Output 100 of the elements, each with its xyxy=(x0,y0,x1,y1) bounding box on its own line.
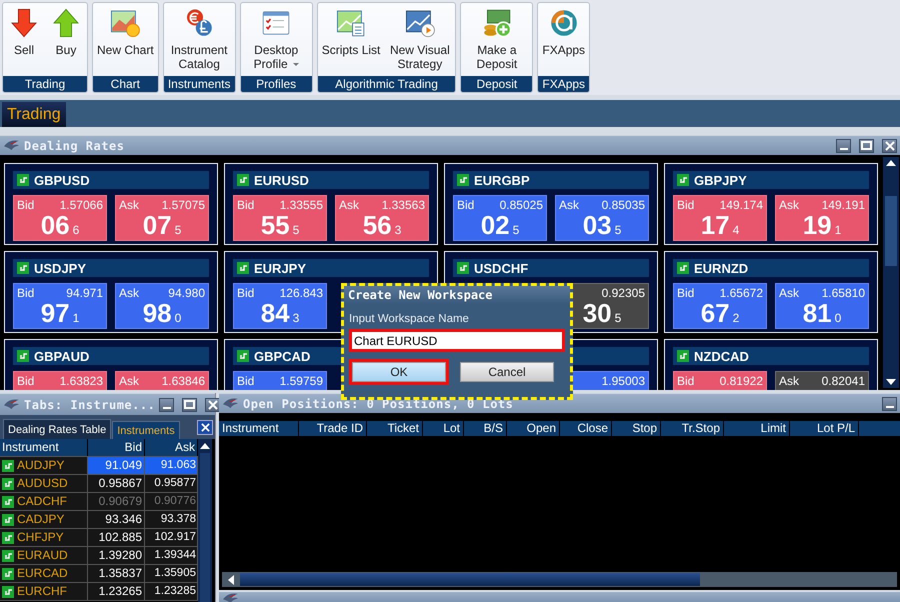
bird-logo-icon xyxy=(222,397,239,410)
minimize-button[interactable] xyxy=(836,138,851,152)
workspace-name-field[interactable]: Chart EURUSD xyxy=(349,329,565,352)
quote-button[interactable]: Bid 1.59759 xyxy=(233,371,327,390)
instrument-icon xyxy=(2,460,14,472)
instrument-icon xyxy=(17,174,29,186)
scrollbar[interactable] xyxy=(883,157,899,388)
close-icon xyxy=(200,422,210,432)
column-header[interactable]: Tr.Stop xyxy=(661,421,724,436)
column-header[interactable]: Ticket xyxy=(367,421,423,436)
column-header[interactable]: Stop xyxy=(612,421,661,436)
quote-button[interactable]: Bid 149.174 17 4 xyxy=(673,195,767,241)
close-button[interactable] xyxy=(205,398,220,412)
quote-button[interactable]: Bid 1.65672 67 2 xyxy=(673,283,767,329)
column-header[interactable]: Limit xyxy=(724,421,790,436)
instrument-icon xyxy=(2,532,14,544)
instrument-row[interactable]: EURCHF 1.23265 1.23285 xyxy=(0,583,198,601)
ribbon-button[interactable]: Desktop Profile xyxy=(242,3,310,76)
instrument-row[interactable]: AUDJPY 91.049 91.063 xyxy=(0,457,198,475)
instrument-row[interactable]: AUDUSD 0.95867 0.95877 xyxy=(0,475,198,493)
scroll-up-icon[interactable] xyxy=(886,160,896,166)
maximize-button[interactable] xyxy=(859,138,874,152)
instrument-row[interactable]: CHFJPY 102.885 102.917 xyxy=(0,529,198,547)
pair-name: EURNZD xyxy=(694,260,748,276)
quote-button[interactable]: Ask 0.85035 03 5 xyxy=(555,195,649,241)
maximize-button[interactable] xyxy=(182,398,198,412)
ribbon-button[interactable]: New Chart xyxy=(95,3,156,76)
minimize-button[interactable] xyxy=(159,398,174,412)
pair-name: GBPCAD xyxy=(254,348,310,364)
ribbon-button[interactable]: Scripts List xyxy=(320,3,382,76)
ribbon-button[interactable]: FXApps xyxy=(540,3,588,76)
dialog-button[interactable]: Cancel xyxy=(457,359,557,385)
panel-tab[interactable]: Instruments xyxy=(112,421,180,439)
scrollbar[interactable] xyxy=(222,572,897,587)
instrument-row[interactable]: EURCAD 1.35837 1.35905 xyxy=(0,565,198,583)
table-cell: CADCHF xyxy=(17,493,67,510)
quote-button[interactable]: Bid 1.33555 55 5 xyxy=(233,195,327,241)
quote-button[interactable]: Ask 1.65810 81 0 xyxy=(775,283,869,329)
close-button[interactable] xyxy=(882,138,897,152)
group-label: Deposit xyxy=(461,76,532,92)
instrument-row[interactable]: EURAUD 1.39280 1.39344 xyxy=(0,547,198,565)
panel-title: Dealing Rates xyxy=(24,138,124,152)
ribbon-button[interactable]: New Visual Strategy xyxy=(386,3,454,76)
table-cell: 1.23265 xyxy=(88,583,145,600)
dialog-button[interactable]: OK xyxy=(349,359,449,385)
ribbon-button[interactable]: Make a Deposit xyxy=(463,3,530,76)
ribbon-button[interactable]: Sell xyxy=(5,3,43,76)
quote-button[interactable]: Ask 1.57075 07 5 xyxy=(115,195,209,241)
column-header[interactable]: Bid xyxy=(88,439,145,456)
scroll-down-icon[interactable] xyxy=(886,379,896,385)
quote-button[interactable]: Ask 1.63846 xyxy=(115,371,209,390)
column-header[interactable]: B/S xyxy=(464,421,507,436)
column-header[interactable]: Instrument xyxy=(219,421,299,436)
instrument-icon xyxy=(237,350,249,362)
quote-button[interactable]: Bid 0.81922 xyxy=(673,371,767,390)
column-header[interactable]: Close xyxy=(560,421,612,436)
ribbon-button[interactable]: Buy xyxy=(47,3,85,76)
column-header[interactable]: Trade ID xyxy=(299,421,367,436)
close-tab-button[interactable] xyxy=(197,420,213,434)
ribbon-button[interactable]: Instrument Catalog xyxy=(166,3,233,76)
pair-name: EURGBP xyxy=(474,172,530,188)
group-label: FXApps xyxy=(538,76,590,92)
instrument-icon xyxy=(17,262,29,274)
table-cell: EURCHF xyxy=(17,583,67,600)
table-cell: EURAUD xyxy=(17,547,68,564)
scroll-up-icon[interactable] xyxy=(200,443,210,449)
table-cell: 0.90679 xyxy=(88,493,145,510)
panel-tab[interactable]: Dealing Rates Table xyxy=(3,419,112,439)
column-header[interactable]: Open xyxy=(507,421,560,436)
scrollbar[interactable] xyxy=(198,439,212,602)
column-header[interactable]: Instrument xyxy=(0,439,88,456)
dialog-title: Create New Workspace xyxy=(344,286,570,304)
workspace-tab[interactable]: Trading xyxy=(2,102,66,127)
minimize-button[interactable] xyxy=(882,396,897,410)
scrollbar-thumb[interactable] xyxy=(885,196,897,266)
quote-button[interactable]: Ask 149.191 19 1 xyxy=(775,195,869,241)
quote-button[interactable]: Bid 1.63823 xyxy=(13,371,107,390)
table-cell: EURCAD xyxy=(17,565,68,582)
column-header[interactable]: Lot P/L xyxy=(790,421,859,436)
instrument-icon xyxy=(2,514,14,526)
table-cell: 1.39280 xyxy=(88,547,145,564)
quote-button[interactable]: Bid 126.843 84 3 xyxy=(233,283,327,329)
group-label: Chart xyxy=(93,76,158,92)
quote-button[interactable]: Bid 1.57066 06 6 xyxy=(13,195,107,241)
quote-button[interactable]: Bid 94.971 97 1 xyxy=(13,283,107,329)
quote-button[interactable]: Ask 0.82041 xyxy=(775,371,869,390)
table-cell: 93.346 xyxy=(88,511,145,528)
instrument-row[interactable]: CADJPY 93.346 93.378 xyxy=(0,511,198,529)
pair-name: EURJPY xyxy=(254,260,306,276)
column-header[interactable]: Lot xyxy=(423,421,464,436)
instrument-icon xyxy=(2,568,14,580)
quote-button[interactable]: Ask 1.33563 56 3 xyxy=(335,195,429,241)
pair-name: GBPUSD xyxy=(34,172,90,188)
quote-button[interactable]: Ask 94.980 98 0 xyxy=(115,283,209,329)
pair-name: NZDCAD xyxy=(694,348,749,364)
quote-button[interactable]: Bid 0.85025 02 5 xyxy=(453,195,547,241)
instrument-icon xyxy=(677,350,689,362)
table-cell: 102.885 xyxy=(88,529,145,546)
scroll-left-icon[interactable] xyxy=(228,574,234,584)
instrument-icon xyxy=(2,550,14,562)
